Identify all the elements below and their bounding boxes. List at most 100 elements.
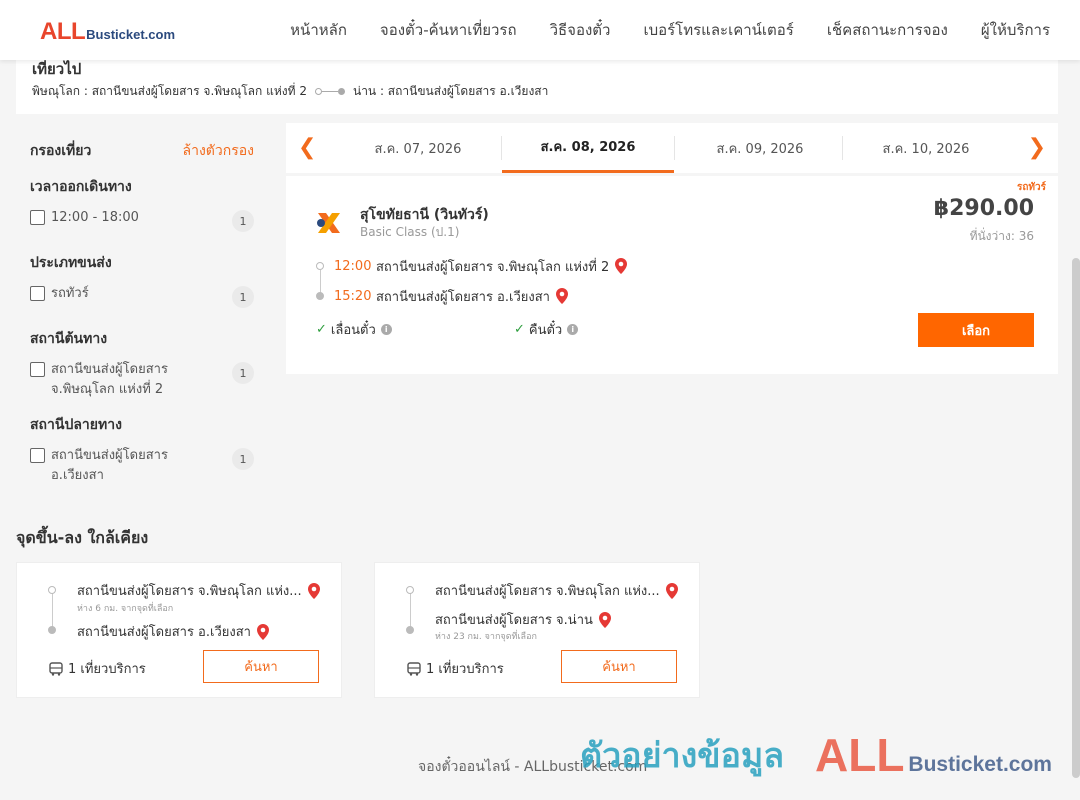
nearby-to-distance: ห่าง 23 กม. จากจุดที่เลือก	[435, 632, 537, 642]
map-pin-icon[interactable]	[665, 582, 678, 599]
stop-dot-icon	[48, 586, 56, 594]
logo-main-text: ALL	[40, 18, 86, 45]
date-tab[interactable]: ส.ค. 07, 2026	[332, 123, 504, 173]
filter-group-destination-station: สถานีปลายทาง สถานีขนส่งผู้โดยสาร อ.เวียง…	[16, 414, 270, 486]
date-tab-active[interactable]: ส.ค. 08, 2026	[502, 123, 674, 173]
nearby-to-label: สถานีขนส่งผู้โดยสาร อ.เวียงสา	[77, 625, 251, 640]
nearby-from: สถานีขนส่งผู้โดยสาร จ.พิษณุโลก แห่ง...	[435, 580, 678, 601]
select-trip-button[interactable]: เลือก	[918, 313, 1034, 347]
feature-label: เลื่อนตั๋ว	[330, 323, 376, 338]
filter-sidebar: กรองเที่ยว ล้างตัวกรอง เวลาออกเดินทาง 12…	[16, 122, 270, 486]
route-line: พิษณุโลก : สถานีขนส่งผู้โดยสาร จ.พิษณุโล…	[32, 82, 1042, 101]
count-badge: 1	[232, 448, 254, 470]
nav-book-search[interactable]: จองตั๋ว-ค้นหาเที่ยวรถ	[380, 18, 517, 42]
stop-dot-icon	[406, 626, 414, 634]
nearby-search-button[interactable]: ค้นหา	[561, 650, 677, 683]
filter-option-label: สถานีขนส่งผู้โดยสาร จ.พิษณุโลก แห่งที่ 2	[51, 362, 168, 397]
filter-group-title: สถานีต้นทาง	[30, 331, 108, 347]
top-header: ALL Busticket.com หน้าหลัก จองตั๋ว-ค้นหา…	[0, 0, 1080, 60]
filter-option-label: สถานีขนส่งผู้โดยสาร อ.เวียงสา	[51, 448, 168, 483]
nearby-services: 1 เที่ยวบริการ	[407, 658, 504, 679]
route-title: เที่ยวไป	[32, 60, 82, 78]
chevron-right-icon[interactable]: ❯	[1028, 135, 1046, 160]
arrival-time: 15:20	[334, 288, 372, 304]
route-connector-icon	[314, 88, 345, 95]
checkbox[interactable]	[30, 448, 45, 463]
filter-option[interactable]: 12:00 - 18:00 1	[30, 208, 254, 232]
operator-logo-icon	[317, 213, 340, 233]
map-pin-icon[interactable]	[598, 611, 611, 628]
nav-home[interactable]: หน้าหลัก	[290, 18, 347, 42]
nav-operators[interactable]: ผู้ให้บริการ	[981, 18, 1050, 42]
feature-label: คืนตั๋ว	[528, 323, 563, 338]
page-scrollbar[interactable]	[1072, 258, 1080, 778]
stop-dot-icon	[316, 262, 324, 270]
filter-option[interactable]: รถทัวร์ 1	[30, 284, 254, 308]
route-to: น่าน : สถานีขนส่งผู้โดยสาร อ.เวียงสา	[352, 84, 549, 98]
count-badge: 1	[232, 362, 254, 384]
info-icon[interactable]: i	[567, 324, 579, 335]
filter-group-title: สถานีปลายทาง	[30, 417, 122, 433]
nearby-from: สถานีขนส่งผู้โดยสาร จ.พิษณุโลก แห่ง...	[77, 580, 320, 601]
nearby-to: สถานีขนส่งผู้โดยสาร อ.เวียงสา	[77, 621, 269, 642]
map-pin-icon[interactable]	[615, 258, 628, 274]
checkbox[interactable]	[30, 286, 45, 301]
filter-title: กรองเที่ยว	[30, 143, 92, 159]
nav-how-to-book[interactable]: วิธีจองตั๋ว	[550, 18, 611, 42]
map-pin-icon[interactable]	[555, 288, 568, 304]
nearby-search-button[interactable]: ค้นหา	[203, 650, 319, 683]
filter-group-transport-type: ประเภทขนส่ง รถทัวร์ 1	[16, 252, 270, 308]
departure-station: สถานีขนส่งผู้โดยสาร จ.พิษณุโลก แห่งที่ 2	[376, 259, 610, 275]
filter-group-origin-station: สถานีต้นทาง สถานีขนส่งผู้โดยสาร จ.พิษณุโ…	[16, 328, 270, 400]
stop-dot-icon	[406, 586, 414, 594]
bus-icon	[407, 661, 421, 676]
bus-class: Basic Class (ป.1)	[360, 225, 460, 239]
site-logo[interactable]: ALL Busticket.com	[40, 18, 175, 46]
trip-card: รถทัวร์ สุโขทัยธานี (วินทัวร์) Basic Cla…	[286, 176, 1058, 374]
filter-group-title: ประเภทขนส่ง	[30, 255, 112, 271]
main-nav: หน้าหลัก จองตั๋ว-ค้นหาเที่ยวรถ วิธีจองตั…	[257, 0, 1050, 60]
checkbox[interactable]	[30, 362, 45, 377]
clear-filter-link[interactable]: ล้างตัวกรอง	[183, 140, 254, 162]
nearby-card: สถานีขนส่งผู้โดยสาร จ.พิษณุโลก แห่ง... ห…	[16, 562, 342, 698]
route-from: พิษณุโลก : สถานีขนส่งผู้โดยสาร จ.พิษณุโล…	[32, 84, 307, 98]
watermark-logo-rest: Busticket.com	[908, 753, 1052, 776]
feature-refund-ticket: ✓ คืนตั๋ว i	[514, 319, 579, 340]
trip-stops: 12:00 สถานีขนส่งผู้โดยสาร จ.พิษณุโลก แห่…	[316, 256, 628, 316]
stop-dot-icon	[48, 626, 56, 634]
filter-option[interactable]: สถานีขนส่งผู้โดยสาร อ.เวียงสา 1	[30, 446, 254, 486]
checkbox[interactable]	[30, 210, 45, 225]
nearby-services-label: 1 เที่ยวบริการ	[426, 662, 504, 677]
departure-stop: 12:00 สถานีขนส่งผู้โดยสาร จ.พิษณุโลก แห่…	[316, 256, 628, 276]
trip-type-badge: รถทัวร์	[1016, 182, 1046, 193]
map-pin-icon[interactable]	[307, 582, 320, 599]
filter-option-label: รถทัวร์	[51, 286, 89, 301]
filter-group-title: เวลาออกเดินทาง	[30, 179, 132, 195]
nearby-to: สถานีขนส่งผู้โดยสาร จ.น่าน	[435, 609, 611, 630]
arrival-stop: 15:20 สถานีขนส่งผู้โดยสาร อ.เวียงสา	[316, 286, 627, 306]
chevron-left-icon[interactable]: ❮	[298, 135, 316, 160]
map-pin-icon[interactable]	[256, 623, 269, 640]
feature-change-ticket: ✓ เลื่อนตั๋ว i	[316, 319, 392, 340]
watermark-logo: ALL Busticket.com	[815, 728, 1052, 782]
date-tab[interactable]: ส.ค. 09, 2026	[674, 123, 846, 173]
check-icon: ✓	[514, 322, 525, 337]
seats-available: ที่นั่งว่าง: 36	[969, 229, 1034, 243]
trip-price: ฿290.00	[933, 196, 1034, 221]
nav-phone-counters[interactable]: เบอร์โทรและเคาน์เตอร์	[643, 18, 793, 42]
filter-option[interactable]: สถานีขนส่งผู้โดยสาร จ.พิษณุโลก แห่งที่ 2…	[30, 360, 254, 400]
count-badge: 1	[232, 210, 254, 232]
nav-check-booking[interactable]: เช็คสถานะการจอง	[827, 18, 948, 42]
info-icon[interactable]: i	[380, 324, 392, 335]
route-summary: เที่ยวไป พิษณุโลก : สถานีขนส่งผู้โดยสาร …	[16, 60, 1058, 114]
date-tab[interactable]: ส.ค. 10, 2026	[840, 123, 1012, 173]
nearby-services: 1 เที่ยวบริการ	[49, 658, 146, 679]
logo-rest-text: Busticket.com	[86, 27, 176, 42]
filter-group-departure-time: เวลาออกเดินทาง 12:00 - 18:00 1	[16, 176, 270, 232]
filter-option-label: 12:00 - 18:00	[51, 210, 139, 225]
nearby-from-label: สถานีขนส่งผู้โดยสาร จ.พิษณุโลก แห่ง...	[77, 584, 302, 599]
watermark-text: ตัวอย่างข้อมูล	[580, 736, 785, 776]
nearby-from-label: สถานีขนส่งผู้โดยสาร จ.พิษณุโลก แห่ง...	[435, 584, 660, 599]
nearby-to-label: สถานีขนส่งผู้โดยสาร จ.น่าน	[435, 613, 593, 628]
watermark-logo-main: ALL	[815, 729, 905, 781]
